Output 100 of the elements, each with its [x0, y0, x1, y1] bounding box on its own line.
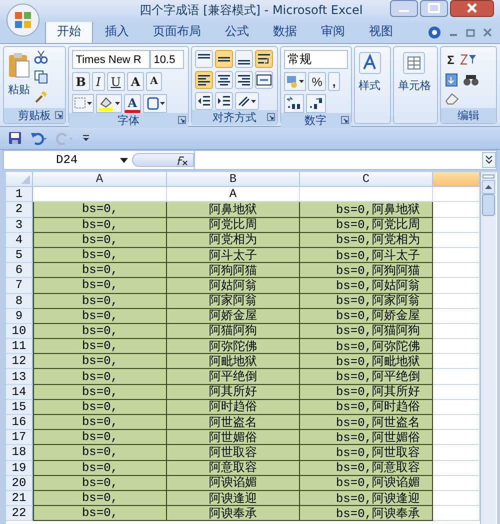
ribbon-tab[interactable]: 公式 [213, 20, 261, 43]
row-header[interactable]: 2 [6, 202, 33, 218]
increase-indent-icon[interactable] [215, 92, 234, 110]
help-icon[interactable] [428, 26, 441, 39]
minimize-icon[interactable] [390, 0, 418, 17]
decrease-decimal-icon[interactable] [306, 94, 326, 113]
function-icon[interactable] [175, 154, 189, 166]
underline-button[interactable]: U [106, 72, 125, 91]
group-label: 字体 [118, 113, 140, 128]
autosum-button[interactable]: Σ [444, 50, 458, 69]
table-cell: bs=0, [33, 430, 167, 446]
middle-align-icon[interactable] [215, 50, 234, 68]
row-header[interactable]: 22 [6, 506, 33, 522]
increase-decimal-icon[interactable] [284, 94, 304, 113]
shrink-font-button[interactable]: A [146, 72, 162, 91]
bold-button[interactable]: B [72, 72, 90, 91]
fill-icon[interactable] [444, 72, 460, 88]
grow-font-button[interactable]: A [126, 72, 144, 91]
row-header[interactable]: 5 [6, 248, 33, 264]
font-size-field[interactable]: 10.5 [150, 50, 184, 69]
orientation-icon[interactable] [235, 92, 260, 110]
row-header[interactable]: 14 [6, 384, 33, 400]
ribbon-tab[interactable]: 页面布局 [141, 20, 213, 43]
dialog-launcher-icon[interactable] [266, 113, 275, 121]
sort-filter-icon[interactable] [459, 52, 478, 68]
find-icon[interactable] [462, 72, 480, 88]
restore-icon[interactable] [466, 28, 475, 37]
ribbon-tab[interactable]: 开始 [45, 20, 93, 43]
dialog-launcher-icon[interactable] [54, 111, 63, 119]
italic-button[interactable]: I [92, 72, 105, 91]
decrease-indent-icon[interactable] [195, 92, 214, 110]
row-header[interactable]: 6 [6, 263, 33, 278]
table-cell: bs=0, [33, 278, 167, 294]
row-header[interactable]: 13 [6, 369, 33, 385]
table-cell: bs=0, [33, 506, 167, 522]
table-cell: bs=0,阿党比周 [300, 218, 433, 233]
column-header[interactable]: B [167, 172, 300, 188]
table-cell: bs=0,阿姑阿翁 [300, 278, 433, 294]
ribbon-tab[interactable]: 数据 [261, 20, 309, 43]
row-header[interactable]: 10 [6, 324, 33, 340]
bottom-align-icon[interactable] [235, 50, 254, 68]
dialog-launcher-icon[interactable] [178, 116, 186, 124]
scroll-up-icon[interactable] [482, 180, 495, 194]
column-header[interactable]: A [33, 172, 167, 188]
customize-icon[interactable] [82, 133, 90, 143]
row-header[interactable]: 20 [6, 476, 33, 491]
row-header[interactable]: 11 [6, 339, 33, 354]
row-header[interactable]: 19 [6, 460, 33, 476]
dialog-launcher-icon[interactable] [340, 116, 349, 124]
row-header[interactable]: 12 [6, 354, 33, 370]
copy-icon[interactable] [34, 70, 48, 84]
row-header[interactable]: 16 [6, 415, 33, 430]
split-handle-icon[interactable] [482, 172, 495, 180]
close-icon[interactable] [450, 0, 494, 17]
cut-icon[interactable] [34, 50, 48, 64]
align-center-icon[interactable] [215, 71, 234, 89]
table-cell: bs=0, [33, 354, 167, 370]
dropdown-icon[interactable] [120, 158, 128, 162]
comma-button[interactable]: , [328, 72, 340, 91]
row-header[interactable]: 21 [6, 490, 33, 506]
row-header[interactable]: 17 [6, 430, 33, 446]
table-cell: 阿谀逢迎 [167, 490, 300, 506]
scroll-thumb[interactable] [482, 194, 495, 216]
font-color-button[interactable]: A [124, 94, 142, 113]
row-header[interactable]: 18 [6, 445, 33, 461]
paste-button[interactable]: 粘贴 [7, 50, 31, 108]
cells-icon [403, 52, 426, 74]
eraser-icon[interactable] [444, 91, 460, 105]
percent-button[interactable]: % [308, 72, 326, 91]
align-left-icon[interactable] [195, 71, 214, 89]
table-cell: bs=0,阿谀逢迎 [300, 490, 433, 506]
wrap-text-icon[interactable] [255, 50, 274, 68]
number-format-field[interactable]: 常规 [284, 50, 348, 69]
clipboard-icon [8, 52, 30, 78]
font-name-field[interactable]: Times New R [72, 50, 150, 69]
row-header[interactable]: 8 [6, 294, 33, 309]
table-cell: bs=0,阿其所好 [300, 384, 433, 400]
expand-icon[interactable] [482, 152, 496, 168]
save-icon[interactable] [8, 131, 22, 145]
align-right-icon[interactable] [235, 71, 254, 89]
phonetic-icon[interactable] [143, 94, 168, 113]
ribbon-tab[interactable]: 视图 [357, 20, 405, 43]
undo-icon[interactable] [30, 131, 48, 145]
table-cell: bs=0, [33, 248, 167, 264]
table-cell: bs=0,阿弥陀佛 [300, 339, 433, 354]
column-header[interactable]: C [300, 172, 433, 188]
row-header[interactable]: 7 [6, 278, 33, 294]
row-header[interactable]: 9 [6, 308, 33, 324]
merge-cells-icon[interactable] [255, 71, 274, 89]
table-cell: 阿意取容 [167, 460, 300, 476]
brush-icon[interactable] [34, 90, 48, 104]
ribbon-tab[interactable]: 插入 [93, 20, 141, 43]
row-header[interactable]: 15 [6, 400, 33, 415]
top-align-icon[interactable] [195, 50, 214, 68]
ribbon-tab[interactable]: 审阅 [309, 20, 357, 43]
row-header[interactable]: 1 [6, 187, 33, 202]
maximize-icon[interactable] [420, 0, 448, 17]
fill-color-icon[interactable] [96, 94, 122, 113]
row-header[interactable]: 3 [6, 218, 33, 233]
row-header[interactable]: 4 [6, 232, 33, 248]
